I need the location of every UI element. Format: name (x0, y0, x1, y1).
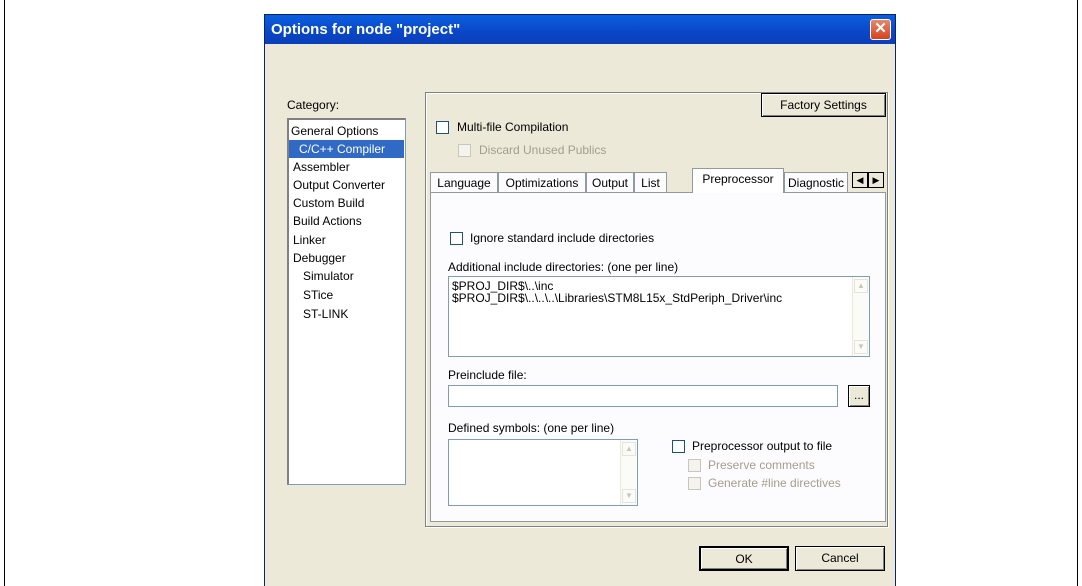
category-item-st-link[interactable]: ST-LINK (289, 305, 404, 323)
close-button[interactable]: ✕ (870, 19, 891, 40)
preprocessor-output-label: Preprocessor output to file (692, 439, 833, 453)
multifile-compilation-label: Multi-file Compilation (457, 120, 569, 134)
scroll-down-icon[interactable]: ▼ (622, 489, 636, 503)
include-dir-line: $PROJ_DIR$\..\..\..\Libraries\STM8L15x_S… (452, 291, 783, 305)
defined-symbols-textarea[interactable]: ▲ ▼ (448, 439, 638, 506)
options-dialog: Options for node "project" ✕ Category: G… (264, 14, 896, 586)
category-list[interactable]: General Options C/C++ Compiler Assembler… (287, 118, 406, 485)
scroll-up-icon[interactable]: ▲ (622, 442, 636, 456)
category-item-cc-compiler[interactable]: C/C++ Compiler (289, 140, 404, 158)
preinclude-input[interactable] (448, 385, 838, 407)
cancel-button[interactable]: Cancel (795, 546, 885, 571)
include-dirs-scrollbar[interactable]: ▲ ▼ (852, 277, 869, 356)
discard-unused-publics-checkbox[interactable] (458, 144, 471, 157)
preserve-comments-label: Preserve comments (708, 458, 815, 472)
browse-button[interactable]: ... (848, 385, 870, 407)
category-item-build-actions[interactable]: Build Actions (289, 212, 404, 230)
ignore-std-include-label: Ignore standard include directories (470, 231, 655, 245)
category-item-debugger[interactable]: Debugger (289, 249, 404, 267)
include-dirs-label: Additional include directories: (one per… (448, 260, 679, 274)
tab-diagnostics[interactable]: Diagnostic (784, 172, 848, 192)
discard-unused-publics-label: Discard Unused Publics (479, 143, 607, 157)
preinclude-label: Preinclude file: (448, 368, 527, 382)
category-item-linker[interactable]: Linker (289, 231, 404, 249)
preprocessor-output-checkbox[interactable] (672, 440, 685, 453)
multifile-compilation-checkbox[interactable] (436, 121, 449, 134)
dialog-titlebar: Options for node "project" ✕ (265, 15, 895, 44)
tab-output[interactable]: Output (586, 172, 634, 192)
tab-scroll-left-icon[interactable]: ◀ (852, 172, 868, 188)
category-item-stice[interactable]: STice (289, 286, 404, 304)
category-item-assembler[interactable]: Assembler (289, 158, 404, 176)
ok-button[interactable]: OK (699, 546, 789, 571)
factory-settings-button[interactable]: Factory Settings (761, 93, 886, 117)
preserve-comments-checkbox[interactable] (688, 459, 701, 472)
include-dirs-textarea[interactable]: $PROJ_DIR$\..\inc $PROJ_DIR$\..\..\..\Li… (448, 276, 870, 357)
category-label: Category: (287, 98, 340, 112)
tab-list[interactable]: List (634, 172, 667, 192)
close-icon: ✕ (874, 20, 887, 37)
tab-language[interactable]: Language (430, 172, 498, 192)
scroll-down-icon[interactable]: ▼ (854, 340, 868, 354)
scroll-up-icon[interactable]: ▲ (854, 279, 868, 293)
tab-preprocessor[interactable]: Preprocessor (692, 168, 784, 193)
category-item-general-options[interactable]: General Options (289, 122, 404, 140)
ignore-std-include-checkbox[interactable] (450, 232, 463, 245)
include-dir-line: $PROJ_DIR$\..\inc (452, 279, 554, 293)
generate-line-label: Generate #line directives (708, 476, 841, 490)
tab-scroll-right-icon[interactable]: ▶ (868, 172, 884, 188)
defined-symbols-scrollbar[interactable]: ▲ ▼ (620, 440, 637, 505)
options-tabstrip: Language Optimizations Output List Prepr… (430, 168, 886, 193)
category-item-simulator[interactable]: Simulator (289, 267, 404, 285)
tab-optimizations[interactable]: Optimizations (498, 172, 586, 192)
generate-line-checkbox[interactable] (688, 477, 701, 490)
defined-symbols-label: Defined symbols: (one per line) (448, 421, 615, 435)
dialog-title: Options for node "project" (271, 21, 461, 38)
category-item-output-converter[interactable]: Output Converter (289, 176, 404, 194)
category-item-custom-build[interactable]: Custom Build (289, 194, 404, 212)
